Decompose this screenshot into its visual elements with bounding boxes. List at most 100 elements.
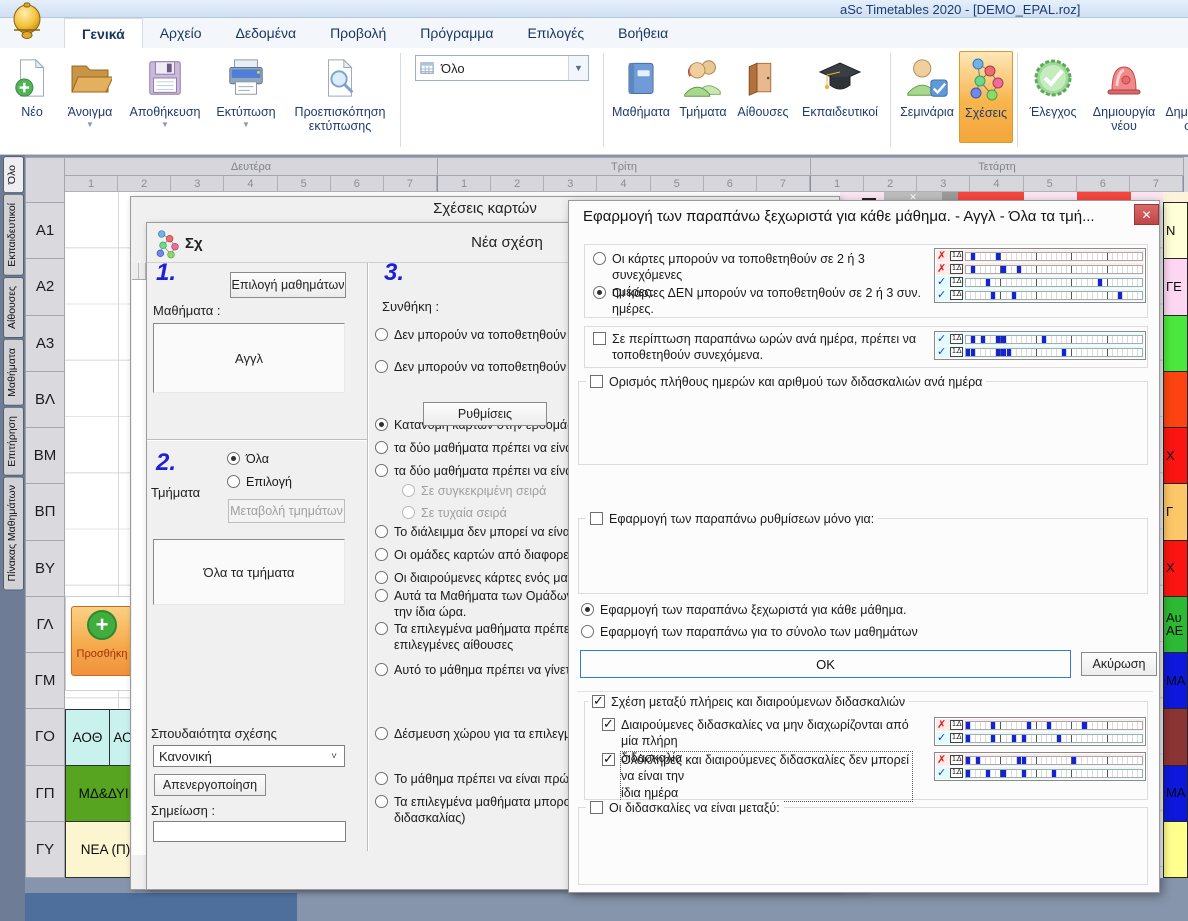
rooms-button[interactable]: Αίθουσες — [732, 51, 794, 119]
generate-cloud-label: Δημιουργία στο σύννεφο — [1164, 105, 1188, 134]
timetable-card[interactable]: Χ — [1163, 540, 1188, 597]
row-header[interactable]: ΓΛ — [25, 597, 65, 653]
importance-combo[interactable]: Κανονική ˅ — [153, 745, 345, 767]
window-titlebar[interactable]: aSc Timetables 2020 - [DEMO_EPAL.roz] — [0, 0, 1188, 18]
lessons-between-checkbox[interactable]: Οι διδασκαλίες να είναι μεταξύ: — [586, 800, 784, 816]
row-header[interactable]: ΓΟ — [25, 709, 65, 765]
view-tab[interactable]: Όλο — [3, 156, 24, 193]
save-button[interactable]: Αποθήκευση ▼ — [122, 51, 208, 129]
print-dropdown-arrow[interactable]: ▼ — [242, 121, 250, 129]
checkbox-icon — [590, 375, 603, 388]
timetable-card[interactable]: ΜΑ — [1163, 652, 1188, 709]
menu-tab[interactable]: Γενικά — [64, 18, 143, 48]
menu-tab[interactable]: Αρχείο — [143, 18, 219, 48]
menu-tab[interactable]: Πρόγραμμα — [403, 18, 510, 48]
classes-button[interactable]: Τμήματα — [674, 51, 732, 119]
days-count-group — [578, 381, 1148, 465]
relations-list[interactable] — [132, 263, 147, 855]
timetable-card[interactable] — [1163, 371, 1188, 428]
row-header[interactable]: ΒΠ — [25, 484, 65, 540]
disable-button[interactable]: Απενεργοποίηση — [154, 774, 266, 796]
table-icon — [416, 61, 435, 76]
view-tab[interactable]: Εκπαιδευτικοί — [3, 194, 24, 276]
subjects-button[interactable]: Μαθήματα — [608, 51, 674, 119]
row-header[interactable]: ΓΠ — [25, 766, 65, 822]
relations-button[interactable]: Σχέσεις — [959, 51, 1013, 143]
timetable-card[interactable]: ΜΑ — [1163, 765, 1188, 822]
checkbox-icon — [590, 512, 603, 525]
print-button[interactable]: Εκτύπωση ▼ — [208, 51, 284, 129]
timetable-card[interactable]: Ν — [1163, 202, 1188, 259]
view-tab[interactable]: Πίνακας Μαθημάτων — [3, 476, 24, 590]
full-divided-relation-checkbox[interactable]: Σχέση μεταξύ πλήρεις και διαιρούμενων δι… — [588, 694, 909, 710]
class-scope-radio[interactable]: Όλα — [227, 451, 292, 467]
row-header[interactable]: ΒΜ — [25, 428, 65, 484]
check-button[interactable]: Έλεγχος — [1022, 51, 1084, 119]
menu-tab[interactable]: Προβολή — [313, 18, 403, 48]
days-count-checkbox[interactable]: Ορισμός πλήθους ημερών και αριθμού των δ… — [586, 374, 986, 390]
preview-cells — [965, 335, 1143, 344]
menu-tab[interactable]: Βοήθεια — [601, 18, 685, 48]
timetable-card[interactable] — [1163, 821, 1188, 878]
view-tab[interactable]: Επιτήρηση — [3, 407, 24, 476]
forbidden-row: ✗1.Δ — [936, 250, 1144, 262]
open-button[interactable]: Άνοιγμα ▼ — [58, 51, 122, 129]
timetable-card[interactable]: Αυ ΑΕ — [1163, 596, 1188, 653]
print-preview-button[interactable]: Προεπισκόπηση εκτύπωσης — [284, 51, 396, 134]
timetable-card[interactable]: Γ — [1163, 483, 1188, 540]
menu-tab[interactable]: Δεδομένα — [218, 18, 313, 48]
add-relation-button[interactable]: + Προσθήκη — [71, 606, 133, 676]
settings-button[interactable]: Ρυθμίσεις — [423, 402, 547, 426]
open-dropdown-arrow[interactable]: ▼ — [86, 121, 94, 129]
new-button[interactable]: Νέο — [6, 51, 58, 119]
timetable-card[interactable] — [1163, 315, 1188, 372]
apply-only-for-checkbox[interactable]: Εφαρμογή των παραπάνω ρυθμίσεων μόνο για… — [586, 511, 878, 527]
timetable-preview: ✗1.Δ✓1.Δ — [934, 717, 1146, 746]
row-header[interactable]: ΒΥ — [25, 541, 65, 597]
day-header: Τρίτη — [438, 157, 811, 176]
subjects-listbox[interactable]: Αγγλ — [153, 323, 345, 393]
apply-per-subject-radio[interactable]: Εφαρμογή των παραπάνω ξεχωριστά για κάθε… — [581, 602, 907, 618]
combo-chevron-icon[interactable]: ▼ — [568, 56, 588, 80]
row-header[interactable]: Α3 — [25, 316, 65, 372]
seminars-button[interactable]: Σεμινάρια — [895, 51, 959, 119]
view-tab[interactable]: Αίθουσες — [3, 277, 24, 338]
timetable-card[interactable]: Χ — [1163, 427, 1188, 484]
cancel-button[interactable]: Ακύρωση — [1081, 652, 1157, 676]
app-logo-bell-icon[interactable] — [6, 2, 48, 44]
view-tab[interactable]: Μαθήματα — [3, 339, 24, 406]
view-selector-combo[interactable]: Όλο ▼ — [415, 55, 589, 81]
consecutive-same-day-checkbox[interactable]: Σε περίπτωση παραπάνω ωρών ανά ημέρα, πρ… — [593, 331, 923, 364]
allowed-row: ✓1.Δ — [936, 333, 1144, 345]
select-subjects-button[interactable]: Επιλογή μαθημάτων — [230, 272, 346, 298]
row-header[interactable]: Α1 — [25, 203, 65, 259]
timetable-card[interactable]: ΓΕ — [1163, 258, 1188, 315]
save-dropdown-arrow[interactable]: ▼ — [161, 121, 169, 129]
timetable-card[interactable]: ΑΟΘ — [65, 709, 110, 766]
full-divided-not-same-day-checkbox[interactable]: Ολόκληρες και διαιρούμενες διδασκαλίες δ… — [602, 752, 912, 801]
teachers-button[interactable]: Εκπαιδευτικοί — [794, 51, 886, 119]
row-header[interactable]: Α2 — [25, 259, 65, 315]
menu-tab[interactable]: Επιλογές — [510, 18, 601, 48]
generate-cloud-button[interactable]: Δημιουργία στο σύννεφο — [1164, 51, 1188, 134]
radio-icon — [227, 452, 240, 465]
timetable-card[interactable] — [1163, 708, 1188, 765]
period-header: 6 — [331, 176, 384, 192]
close-icon[interactable]: ✕ — [1134, 204, 1159, 225]
row-header[interactable]: ΓΥ — [25, 822, 65, 878]
period-header: 5 — [651, 176, 704, 192]
row-header[interactable]: ΓΜ — [25, 653, 65, 709]
cards-cannot-consecutive-radio[interactable]: Οι κάρτες ΔΕΝ μπορούν να τοποθετηθούν σε… — [593, 285, 933, 318]
save-button-label: Αποθήκευση — [130, 105, 201, 119]
apply-all-subjects-radio[interactable]: Εφαρμογή των παραπάνω για το σύνολο των … — [581, 624, 918, 640]
ok-button[interactable]: OK — [580, 650, 1071, 678]
note-input[interactable] — [153, 821, 346, 842]
checkbox-icon — [602, 753, 615, 766]
classes-listbox[interactable]: Όλα τα τμήματα — [153, 539, 345, 605]
class-scope-radio[interactable]: Επιλογή — [227, 474, 292, 490]
apply-options-dialog: Εφαρμογή των παραπάνω ξεχωριστά για κάθε… — [568, 200, 1160, 893]
generate-new-button[interactable]: Δημιουργία νέου — [1084, 51, 1164, 134]
row-header[interactable]: ΒΛ — [25, 372, 65, 428]
modify-classes-button[interactable]: Μεταβολή τμημάτων — [228, 499, 345, 523]
timetable-preview: ✗1.Δ✓1.Δ — [934, 752, 1146, 781]
